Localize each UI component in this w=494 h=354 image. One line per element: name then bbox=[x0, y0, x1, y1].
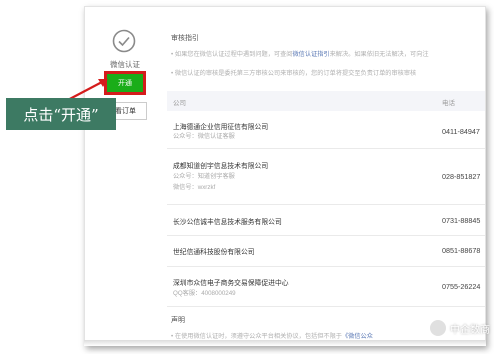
company-name: 上海德通企业信用征信有限公司 bbox=[173, 124, 269, 131]
statement-bullet-text: 在使用微信认证时，须遵守公众平台相关协议，包括但不限于 bbox=[174, 333, 342, 340]
page-shadow bbox=[84, 340, 486, 346]
table-row: 上海德通企业信用征信有限公司 公众号：微信认证客服 0411-84947 bbox=[167, 111, 485, 149]
instruction-callout: 点击“开通” bbox=[6, 98, 116, 130]
company-wechat-id: 微信号：wxrzkf bbox=[173, 184, 216, 191]
statement-title: 声明 bbox=[171, 317, 185, 324]
company-phone: 0411-84947 bbox=[442, 127, 480, 136]
watermark-logo-icon bbox=[430, 320, 446, 336]
watermark-text: 中企数商 bbox=[450, 324, 490, 336]
browser-page-frame: 微信认证 开通 查看订单 审核指引 • 如果您在微信认证过程中遇到问题，可查阅微… bbox=[84, 6, 486, 346]
column-company: 公司 bbox=[173, 100, 186, 107]
guide-bullet-2: • 微信认证的审核是委托第三方审核公司来审核的，您的订单将提交至负责订单的审核审… bbox=[171, 68, 485, 77]
table-header: 公司 电话 bbox=[167, 91, 485, 111]
company-name: 成都知道创宇信息技术有限公司 bbox=[173, 163, 269, 170]
company-account: 公众号：微信认证客服 bbox=[173, 133, 235, 140]
table-row: 世纪信通科技股份有限公司 0851-88678 bbox=[167, 236, 485, 267]
guide-title: 审核指引 bbox=[171, 35, 199, 42]
company-name: 长沙公信诚丰信息技术服务有限公司 bbox=[173, 219, 282, 226]
guide-bullet-1-suffix: 来解决。如果依旧无法解决，可向注 bbox=[329, 51, 429, 58]
table-row: 成都知道创宇信息技术有限公司 公众号：知道创宇客服 微信号：wxrzkf 028… bbox=[167, 149, 485, 205]
column-phone: 电话 bbox=[442, 100, 455, 107]
table-row: 长沙公信诚丰信息技术服务有限公司 0731-88845 bbox=[167, 205, 485, 236]
table-row: 深圳市众信电子商务交易保障促进中心 QQ客服：4008000249 0755-2… bbox=[167, 267, 485, 307]
check-circle-icon bbox=[112, 29, 136, 53]
guide-bullet-1-text: 如果您在微信认证过程中遇到问题，可查阅 bbox=[174, 51, 293, 58]
company-name: 世纪信通科技股份有限公司 bbox=[173, 249, 255, 256]
company-phone: 0731-88845 bbox=[442, 216, 481, 225]
sidebar: 微信认证 开通 查看订单 bbox=[85, 7, 155, 345]
wechat-auth-label: 微信认证 bbox=[110, 60, 140, 69]
guide-bullet-1: • 如果您在微信认证过程中遇到问题，可查阅微信认证指引来解决。如果依旧无法解决，… bbox=[171, 49, 485, 58]
company-phone: 0755-26224 bbox=[442, 282, 481, 291]
wechat-auth-guide-link[interactable]: 微信认证指引 bbox=[292, 51, 329, 58]
company-phone: 028-851827 bbox=[442, 172, 481, 181]
company-account: 公众号：知道创宇客服 bbox=[173, 173, 235, 180]
company-phone: 0851-88678 bbox=[442, 246, 481, 255]
company-name: 深圳市众信电子商务交易保障促进中心 bbox=[173, 280, 289, 287]
watermark: 中企数商 bbox=[430, 320, 490, 336]
platform-agreement-link[interactable]: 《微信公众 bbox=[342, 333, 373, 340]
main-content: 审核指引 • 如果您在微信认证过程中遇到问题，可查阅微信认证指引来解决。如果依旧… bbox=[167, 7, 485, 345]
company-qq-support: QQ客服：4008000249 bbox=[173, 290, 236, 297]
guide-bullet-2-text: 微信认证的审核是委托第三方审核公司来审核的，您的订单将提交至负责订单的审核审核 bbox=[174, 70, 417, 77]
